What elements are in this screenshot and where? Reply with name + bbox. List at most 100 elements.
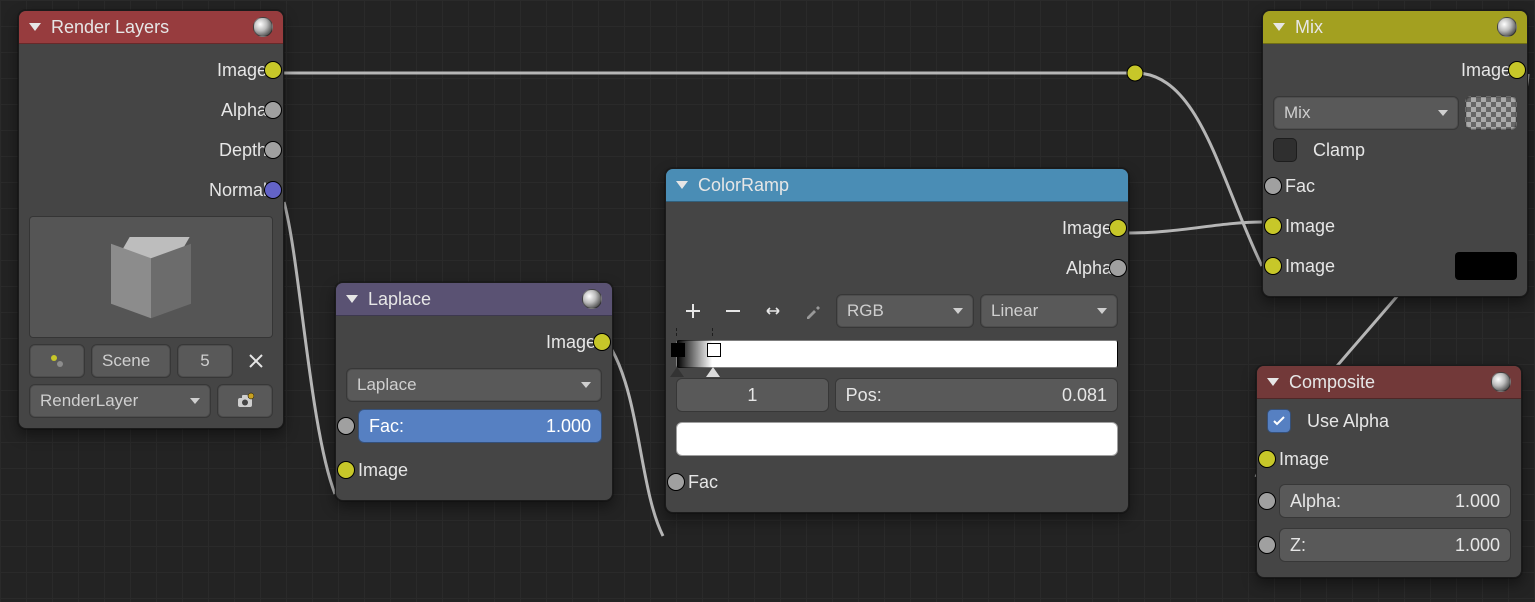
color-mode-select[interactable]: RGB <box>836 294 974 328</box>
z-field[interactable]: Z: 1.000 <box>1279 528 1511 562</box>
node-mix[interactable]: Mix Image Mix Clamp Fac Image <box>1262 10 1528 297</box>
fac-field[interactable]: Fac: 1.000 <box>358 409 602 443</box>
pos-label: Pos: <box>846 385 882 406</box>
socket-in-fac[interactable] <box>1264 177 1282 195</box>
socket-in-alpha[interactable] <box>1258 492 1276 510</box>
node-color-ramp[interactable]: ColorRamp Image Alpha RGB <box>665 168 1129 513</box>
use-alpha-label: Use Alpha <box>1307 411 1389 432</box>
collapse-icon[interactable] <box>1273 23 1285 31</box>
node-title: Mix <box>1295 17 1323 38</box>
output-alpha: Alpha <box>676 248 1118 288</box>
socket-out-alpha[interactable] <box>1109 259 1127 277</box>
clamp-checkbox[interactable] <box>1273 138 1297 162</box>
flip-ramp-button[interactable] <box>756 295 790 327</box>
collapse-icon[interactable] <box>29 23 41 31</box>
socket-in-image2[interactable] <box>1264 257 1282 275</box>
socket-in-image[interactable] <box>1258 450 1276 468</box>
input-fac: Fac <box>676 462 1118 502</box>
add-stop-button[interactable] <box>676 295 710 327</box>
socket-label: Normal <box>209 180 267 201</box>
interpolation-label: Linear <box>991 301 1038 321</box>
use-alpha-checkbox[interactable] <box>1267 409 1291 433</box>
alpha-field[interactable]: Alpha: 1.000 <box>1279 484 1511 518</box>
node-laplace[interactable]: Laplace Image Laplace Fac: 1.000 Image <box>335 282 613 501</box>
node-header[interactable]: Composite <box>1257 366 1521 399</box>
ramp-stop-1[interactable] <box>706 367 720 377</box>
scene-icon <box>49 353 65 369</box>
color-ramp-gradient[interactable] <box>676 340 1118 368</box>
scene-users[interactable]: 5 <box>177 344 233 378</box>
use-alpha-toggle[interactable] <box>1465 96 1517 130</box>
node-title: Composite <box>1289 372 1375 393</box>
socket-out-image[interactable] <box>593 333 611 351</box>
input-image: Image <box>1267 439 1511 479</box>
socket-in-image1[interactable] <box>1264 217 1282 235</box>
socket-out-image[interactable] <box>1508 61 1526 79</box>
ramp-stop-0[interactable] <box>670 367 684 377</box>
alpha-value: 1.000 <box>1455 491 1500 512</box>
render-preview <box>29 216 273 338</box>
socket-in-fac[interactable] <box>667 473 685 491</box>
preview-toggle-icon[interactable] <box>253 17 273 37</box>
minus-icon <box>724 302 742 320</box>
preview-toggle-icon[interactable] <box>1497 17 1517 37</box>
preview-toggle-icon[interactable] <box>582 289 602 309</box>
node-header[interactable]: Laplace <box>336 283 612 316</box>
chevron-down-icon <box>1097 308 1107 314</box>
node-header[interactable]: ColorRamp <box>666 169 1128 202</box>
socket-label: Image <box>1062 218 1112 239</box>
node-title: Render Layers <box>51 17 169 38</box>
socket-label: Alpha <box>221 100 267 121</box>
socket-out-image[interactable] <box>264 61 282 79</box>
chevron-down-icon <box>581 382 591 388</box>
node-composite[interactable]: Composite Use Alpha Image Alpha: 1.000 Z… <box>1256 365 1522 578</box>
eyedropper-button[interactable] <box>796 295 830 327</box>
node-render-layers[interactable]: Render Layers Image Alpha Depth Normal <box>18 10 284 429</box>
check-icon <box>1272 414 1286 428</box>
scene-name-field[interactable]: Scene <box>91 344 171 378</box>
output-image: Image <box>29 50 273 90</box>
socket-in-z[interactable] <box>1258 536 1276 554</box>
active-stop-index[interactable]: 1 <box>676 378 829 412</box>
remove-stop-button[interactable] <box>716 295 750 327</box>
socket-label: Image <box>1285 216 1335 237</box>
chevron-down-icon <box>1438 110 1448 116</box>
socket-label: Image <box>1285 256 1455 277</box>
output-image: Image <box>346 322 602 362</box>
filter-type-select[interactable]: Laplace <box>346 368 602 402</box>
node-header[interactable]: Render Layers <box>19 11 283 44</box>
preview-toggle-icon[interactable] <box>1491 372 1511 392</box>
socket-label: Image <box>1279 449 1329 470</box>
chevron-down-icon <box>953 308 963 314</box>
scene-datablock-icon[interactable] <box>29 344 85 378</box>
eyedropper-icon <box>804 302 822 320</box>
image2-color-swatch[interactable] <box>1455 252 1517 280</box>
fac-label: Fac: <box>369 416 404 437</box>
socket-out-normal[interactable] <box>264 181 282 199</box>
socket-out-depth[interactable] <box>264 141 282 159</box>
blend-type-select[interactable]: Mix <box>1273 96 1459 130</box>
fac-value: 1.000 <box>546 416 591 437</box>
cube-icon <box>111 237 191 317</box>
render-single-layer-button[interactable] <box>217 384 273 418</box>
socket-out-alpha[interactable] <box>264 101 282 119</box>
interpolation-select[interactable]: Linear <box>980 294 1118 328</box>
input-image2: Image <box>1273 246 1517 286</box>
node-title: ColorRamp <box>698 175 789 196</box>
socket-in-fac[interactable] <box>337 417 355 435</box>
scene-unlink-button[interactable] <box>239 345 273 377</box>
render-layer-select[interactable]: RenderLayer <box>29 384 211 418</box>
collapse-icon[interactable] <box>1267 378 1279 386</box>
collapse-icon[interactable] <box>346 295 358 303</box>
scene-label: Scene <box>102 351 150 371</box>
socket-out-image[interactable] <box>1109 219 1127 237</box>
output-depth: Depth <box>29 130 273 170</box>
node-header[interactable]: Mix <box>1263 11 1527 44</box>
collapse-icon[interactable] <box>676 181 688 189</box>
stop-color-well[interactable] <box>676 422 1118 456</box>
socket-label: Depth <box>219 140 267 161</box>
position-field[interactable]: Pos: 0.081 <box>835 378 1118 412</box>
socket-in-image[interactable] <box>337 461 355 479</box>
socket-label: Image <box>546 332 596 353</box>
socket-label: Image <box>358 460 408 481</box>
